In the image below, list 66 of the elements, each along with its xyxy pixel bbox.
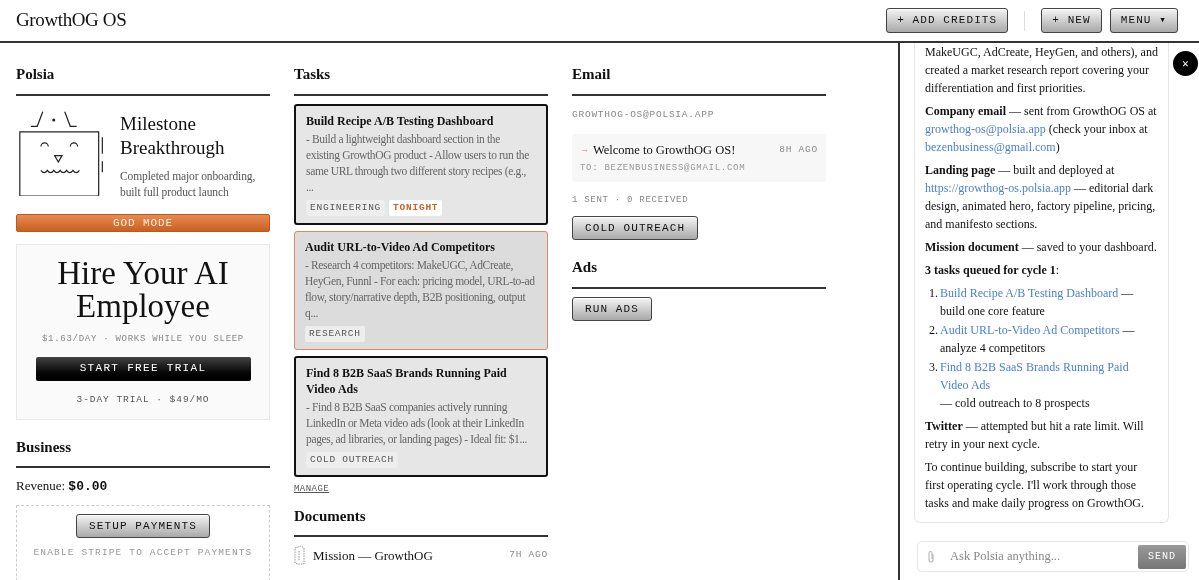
chat-paragraph: MakeUGC, AdCreate, HeyGen, and others), and created a market research report covering your differentiation and first priorities.: [925, 44, 1158, 97]
run-ads-button[interactable]: RUN ADS: [572, 296, 652, 321]
chat-list-item: Audit URL-to-Video Ad Competitors — analyze 4 competitors: [940, 321, 1136, 357]
task-card[interactable]: [294, 103, 548, 225]
header-button[interactable]: + NEW: [1041, 8, 1102, 33]
task-title: Build Recipe A/B Testing Dashboard: [306, 112, 495, 129]
setup-note: ENABLE STRIPE TO ACCEPT PAYMENTS: [33, 546, 253, 561]
chat-paragraph: Twitter — attempted but hit a rate limit. Will retry in your next cycle.: [925, 418, 1145, 453]
task-card[interactable]: Audit URL-to-Video Ad Competitors - Research 4 competitors: MakeUGC, AdCreate, HeyGen, Funnl - For each: pricing model, URL-to-ad flow, story/narrative depth, B2B positioning, output q... RESEARCH: [294, 230, 548, 350]
cold-outreach-button[interactable]: COLD OUTREACH: [572, 215, 699, 240]
task-tag: RESEARCH: [305, 325, 365, 342]
sent-arrow-icon: →: [580, 143, 589, 157]
document-icon: [294, 545, 305, 566]
app-title: GrowthOG OS: [16, 8, 127, 33]
header-button[interactable]: MENU ▾: [1109, 8, 1178, 33]
chat-paragraph: Company email — sent from GrowthOG OS at growthog-os@polsia.app (check your inbox at bezenbusiness@gmail.com): [925, 103, 1158, 156]
link[interactable]: Audit URL-to-Video Ad Competitors: [940, 321, 1120, 339]
header-button[interactable]: + ADD CREDITS: [886, 8, 1009, 33]
section-heading: Email: [572, 63, 826, 96]
section-heading: Tasks: [294, 63, 548, 96]
task-description: - Research 4 competitors: MakeUGC, AdCreate, HeyGen, Funnl - For each: pricing model, URL-to-ad flow, story/narrative depth, B2B positioning, output q...: [305, 257, 536, 321]
manage-link[interactable]: MANAGE: [294, 483, 330, 497]
milestone-text: Completed major onboarding, built full product launch: [120, 168, 257, 200]
task-tag: COLD OUTREACH: [306, 452, 398, 469]
chat-list-item: Find 8 B2B SaaS Brands Running Paid Video Ads — cold outreach to 8 prospects: [940, 358, 1158, 412]
chat-paragraph: 3 tasks queued for cycle 1:: [925, 262, 1061, 279]
list-number: 3.: [929, 359, 939, 376]
section-heading: Polsia: [16, 63, 270, 96]
promo-subtitle: $1.63/DAY · WORKS WHILE YOU SLEEP: [42, 333, 244, 346]
task-tag: ENGINEERING: [306, 199, 386, 216]
email-time: 8H AGO: [779, 143, 818, 157]
close-button[interactable]: ×: [1173, 51, 1198, 76]
link[interactable]: Build Recipe A/B Testing Dashboard: [940, 284, 1119, 302]
document-title[interactable]: Mission — GrowthOG: [313, 545, 502, 565]
email-subject: Welcome to GrowthOG OS!: [593, 141, 737, 159]
section-heading: Documents: [294, 504, 548, 538]
paperclip-icon: [926, 549, 936, 564]
link[interactable]: bezenbusiness@gmail.com: [925, 138, 1056, 156]
revenue-text: Revenue: $0.00: [16, 477, 109, 497]
promo-title: Hire Your AI Employee: [56, 257, 230, 323]
task-card[interactable]: [294, 356, 548, 478]
chat-paragraph: Mission document — saved to your dashboard.: [925, 239, 1158, 256]
task-description: - Build a lightweight dashboard section in the existing GrowthOG product - Allow users to run the same URL through two different story recipes (e.g., ...: [306, 131, 530, 195]
document-time: 7H AGO: [509, 548, 548, 563]
email-message[interactable]: → Welcome to GrowthOG OS! 8H AGO TO: BEZENBUSINESS@GMAIL.COM: [572, 133, 826, 182]
list-number: 2.: [929, 322, 939, 339]
link[interactable]: Find 8 B2B SaaS Brands Running Paid Video Ads: [940, 358, 1158, 394]
chat-paragraph: Landing page — built and deployed at https://growthog-os.polsia.app — editorial dark design, animated hero, factory pipeline, pricing, and manifesto sections.: [925, 162, 1157, 233]
link[interactable]: https://growthog-os.polsia.app: [925, 179, 1071, 197]
chat-paragraph: To continue building, subscribe to start your first operating cycle. I'll work through those tasks and make daily progress on GrowthOG.: [925, 459, 1145, 512]
milestone-title: Milestone Breakthrough: [120, 111, 226, 160]
setup-payments-button[interactable]: SETUP PAYMENTS: [76, 513, 210, 539]
trial-note: 3-DAY TRIAL · $49/MO: [76, 392, 210, 407]
email-recipient: TO: BEZENBUSINESS@GMAIL.COM: [580, 161, 747, 175]
task-tag: TONIGHT: [389, 199, 443, 216]
task-title: Audit URL-to-Video Ad Competitors: [305, 238, 496, 255]
link[interactable]: growthog-os@polsia.app: [925, 120, 1046, 138]
task-description: - Find 8 B2B SaaS companies actively running LinkedIn or Meta video ads (look at their LinkedIn pages, ad libraries, or landing pages) - Ideal fit: $1...: [306, 400, 529, 447]
email-stats: 1 SENT · 0 RECEIVED: [572, 194, 690, 207]
chat-list-item: Build Recipe A/B Testing Dashboard — build one core feature: [940, 284, 1135, 320]
task-title: Find 8 B2B SaaS Brands Running Paid Video Ads: [306, 365, 508, 397]
list-number: 1.: [929, 285, 939, 302]
section-heading: Ads: [572, 256, 826, 289]
start-trial-button[interactable]: START FREE TRIAL: [35, 356, 251, 381]
section-heading: Business: [16, 435, 270, 469]
email-address: GROWTHOG-OS@POLSIA.APP: [572, 107, 716, 122]
